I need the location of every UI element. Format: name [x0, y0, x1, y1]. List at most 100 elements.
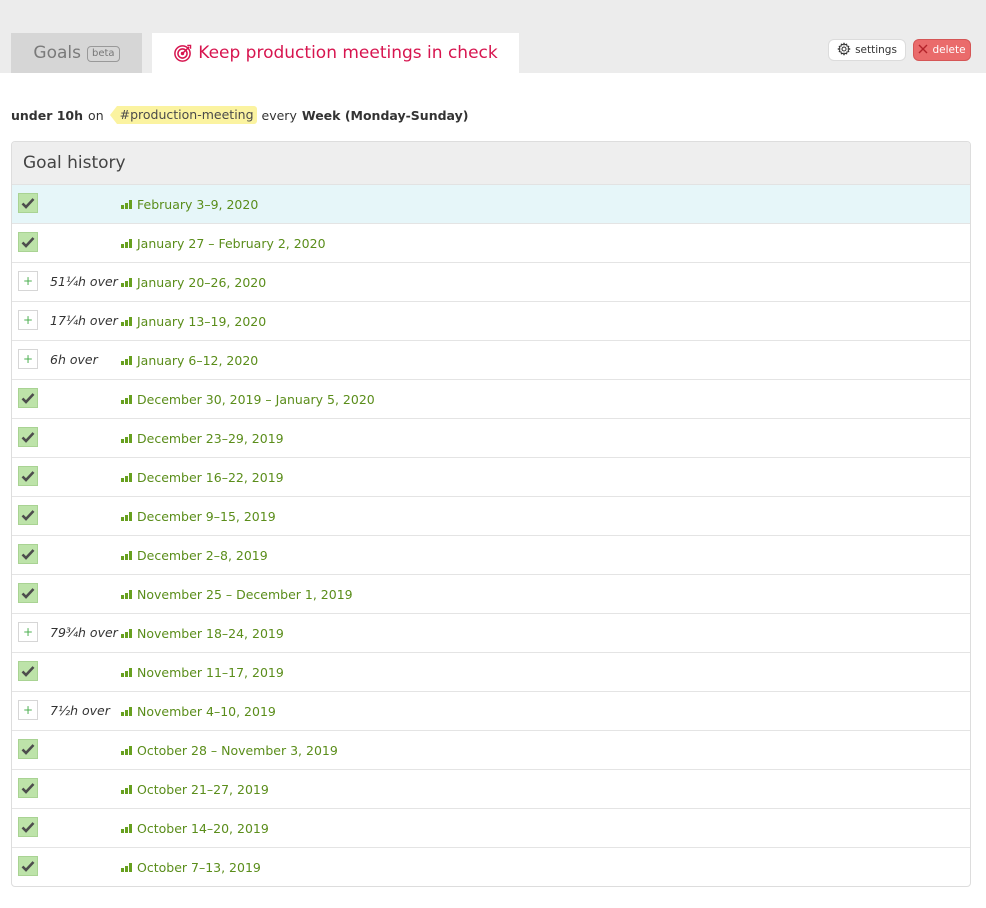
bar-chart-icon: [121, 589, 132, 599]
period-link[interactable]: December 2–8, 2019: [121, 536, 268, 574]
checkmark-icon: [18, 544, 38, 564]
period-label: November 25 – December 1, 2019: [137, 586, 353, 602]
goal-limit: under 10h: [11, 107, 84, 123]
checkmark-icon: [18, 193, 38, 213]
bar-chart-icon: [121, 823, 132, 833]
settings-button[interactable]: settings: [828, 39, 906, 61]
checkmark-icon: [18, 583, 38, 603]
period-link[interactable]: October 14–20, 2019: [121, 809, 269, 847]
history-row: October 14–20, 2019: [12, 809, 970, 848]
tab-goals[interactable]: Goals beta: [11, 33, 142, 73]
expand-plus-icon[interactable]: +: [18, 700, 38, 720]
period-label: November 11–17, 2019: [137, 664, 284, 680]
checkmark-icon: [18, 232, 38, 252]
bar-chart-icon: [121, 784, 132, 794]
period-link[interactable]: November 18–24, 2019: [121, 614, 284, 652]
every-word: every: [261, 107, 297, 123]
checkmark-icon: [18, 466, 38, 486]
checkmark-icon: [18, 817, 38, 837]
bar-chart-icon: [121, 706, 132, 716]
bar-chart-icon: [121, 238, 132, 248]
on-word: on: [88, 107, 104, 123]
period-label: December 23–29, 2019: [137, 430, 284, 446]
expand-plus-icon[interactable]: +: [18, 349, 38, 369]
goal-summary: under 10h on #production-meeting every W…: [11, 104, 468, 126]
close-icon: [918, 44, 928, 57]
goal-history-list: February 3–9, 2020 January 27 – February …: [12, 185, 970, 886]
period-link[interactable]: December 9–15, 2019: [121, 497, 276, 535]
period-link[interactable]: November 4–10, 2019: [121, 692, 276, 730]
period-label: October 28 – November 3, 2019: [137, 742, 338, 758]
period-link[interactable]: October 21–27, 2019: [121, 770, 269, 808]
period-label: December 30, 2019 – January 5, 2020: [137, 391, 375, 407]
period-label: January 20–26, 2020: [137, 274, 267, 290]
period-link[interactable]: January 6–12, 2020: [121, 341, 258, 379]
bar-chart-icon: [121, 316, 132, 326]
checkmark-icon: [18, 505, 38, 525]
history-row: December 16–22, 2019: [12, 458, 970, 497]
delete-button[interactable]: delete: [913, 39, 971, 61]
bar-chart-icon: [121, 628, 132, 638]
hours-over: 7½h over: [50, 703, 110, 718]
period-link[interactable]: November 25 – December 1, 2019: [121, 575, 353, 613]
top-bar: Goals beta Keep production meetings in c…: [0, 0, 986, 73]
period-label: November 4–10, 2019: [137, 703, 276, 719]
hours-over: 17¼h over: [50, 313, 118, 328]
goal-history-title: Goal history: [12, 142, 970, 185]
expand-plus-icon[interactable]: +: [18, 271, 38, 291]
history-row: +17¼h over January 13–19, 2020: [12, 302, 970, 341]
checkmark-icon: [18, 856, 38, 876]
history-row: January 27 – February 2, 2020: [12, 224, 970, 263]
checkmark-icon: [18, 388, 38, 408]
bar-chart-icon: [121, 277, 132, 287]
period-label: December 16–22, 2019: [137, 469, 284, 485]
history-row: December 2–8, 2019: [12, 536, 970, 575]
history-row: November 11–17, 2019: [12, 653, 970, 692]
goal-period: Week (Monday-Sunday): [301, 107, 469, 123]
period-link[interactable]: January 20–26, 2020: [121, 263, 266, 301]
history-row: October 7–13, 2019: [12, 848, 970, 886]
history-row: October 21–27, 2019: [12, 770, 970, 809]
period-link[interactable]: January 13–19, 2020: [121, 302, 266, 340]
expand-plus-icon[interactable]: +: [18, 622, 38, 642]
tag-production-meeting[interactable]: #production-meeting: [109, 106, 257, 124]
period-label: February 3–9, 2020: [137, 196, 259, 212]
hours-over: 51¼h over: [50, 274, 118, 289]
tab-goal-detail[interactable]: Keep production meetings in check: [152, 33, 519, 73]
period-label: November 18–24, 2019: [137, 625, 284, 641]
hours-over: 6h over: [50, 352, 98, 367]
history-row: +7½h over November 4–10, 2019: [12, 692, 970, 731]
history-row: December 9–15, 2019: [12, 497, 970, 536]
period-label: January 13–19, 2020: [137, 313, 267, 329]
period-link[interactable]: October 28 – November 3, 2019: [121, 731, 338, 769]
settings-label: settings: [855, 44, 897, 56]
period-link[interactable]: December 16–22, 2019: [121, 458, 284, 496]
bar-chart-icon: [121, 199, 132, 209]
tab-goals-label: Goals: [33, 43, 81, 63]
checkmark-icon: [18, 661, 38, 681]
bar-chart-icon: [121, 433, 132, 443]
bar-chart-icon: [121, 862, 132, 872]
expand-plus-icon[interactable]: +: [18, 310, 38, 330]
history-row: +6h over January 6–12, 2020: [12, 341, 970, 380]
checkmark-icon: [18, 427, 38, 447]
beta-badge: beta: [87, 46, 120, 62]
period-link[interactable]: December 30, 2019 – January 5, 2020: [121, 380, 375, 418]
bar-chart-icon: [121, 550, 132, 560]
period-link[interactable]: February 3–9, 2020: [121, 185, 258, 223]
period-link[interactable]: December 23–29, 2019: [121, 419, 284, 457]
bar-chart-icon: [121, 394, 132, 404]
period-link[interactable]: January 27 – February 2, 2020: [121, 224, 326, 262]
history-row: +51¼h over January 20–26, 2020: [12, 263, 970, 302]
bar-chart-icon: [121, 511, 132, 521]
period-link[interactable]: November 11–17, 2019: [121, 653, 284, 691]
bar-chart-icon: [121, 667, 132, 677]
bar-chart-icon: [121, 745, 132, 755]
period-label: October 14–20, 2019: [137, 820, 269, 836]
history-row: November 25 – December 1, 2019: [12, 575, 970, 614]
checkmark-icon: [18, 739, 38, 759]
period-link[interactable]: October 7–13, 2019: [121, 848, 261, 886]
period-label: December 9–15, 2019: [137, 508, 276, 524]
history-row: +79¾h over November 18–24, 2019: [12, 614, 970, 653]
checkmark-icon: [18, 778, 38, 798]
